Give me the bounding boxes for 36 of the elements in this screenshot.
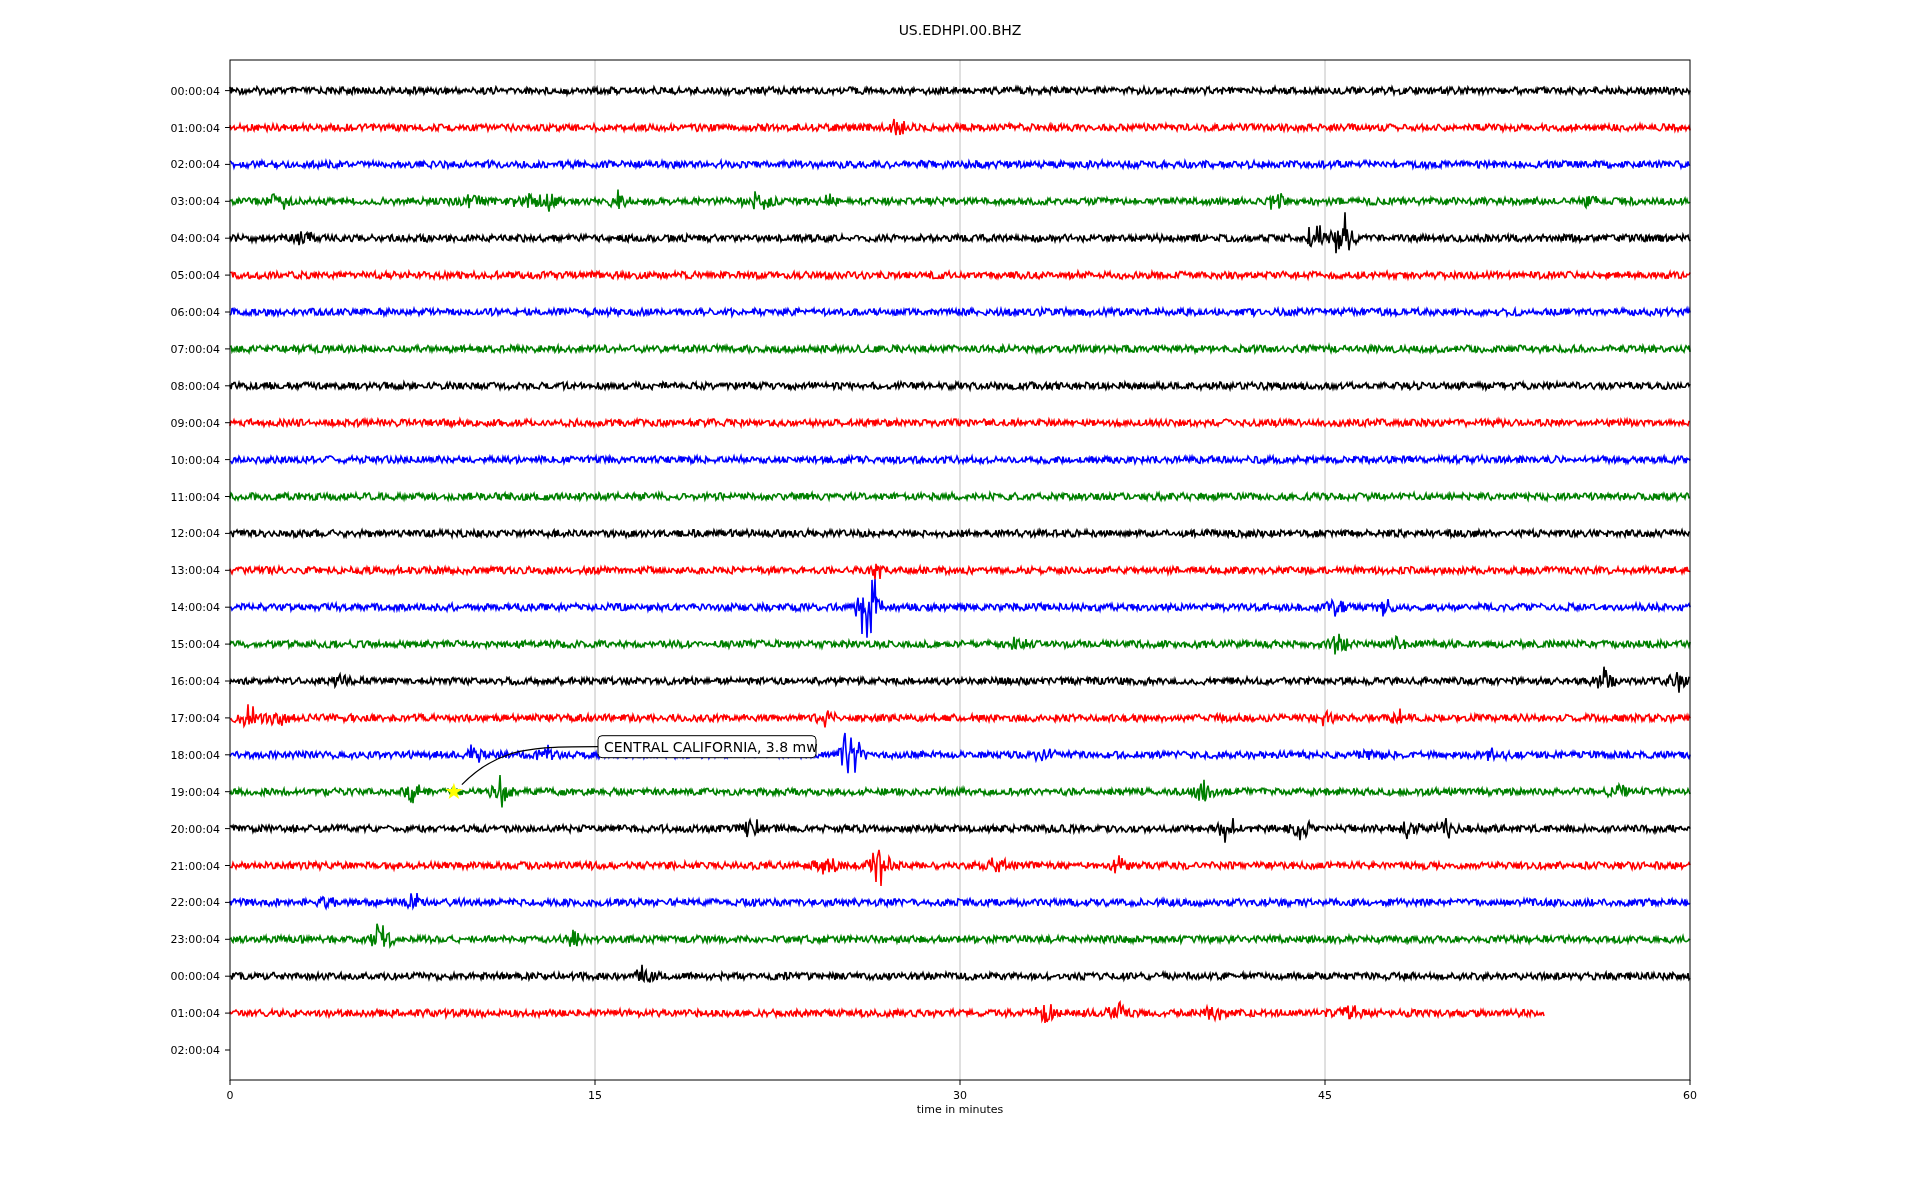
row-time-label: 11:00:04 — [170, 490, 220, 504]
x-tick-label: 30 — [953, 1089, 967, 1102]
row-time-label: 00:00:04 — [170, 84, 220, 98]
row-time-label: 06:00:04 — [170, 306, 220, 319]
row-time-label: 22:00:04 — [170, 896, 220, 910]
row-time-label: 02:00:04 — [170, 1044, 220, 1057]
x-axis-label: time in minutes — [916, 1103, 1004, 1116]
row-time-label: 12:00:04 — [170, 527, 220, 541]
x-tick-label: 15 — [588, 1089, 602, 1102]
row-time-label: 15:00:04 — [170, 638, 220, 652]
row-time-label: 18:00:04 — [170, 748, 220, 762]
row-time-label: 10:00:04 — [170, 453, 220, 467]
event-annotation: CENTRAL CALIFORNIA, 3.8 mw — [597, 735, 818, 759]
row-time-label: 17:00:04 — [170, 711, 220, 725]
row-time-label: 13:00:04 — [170, 564, 220, 578]
row-time-label: 04:00:04 — [170, 232, 220, 246]
x-tick-label: 45 — [1318, 1089, 1332, 1102]
row-time-label: 02:00:04 — [170, 158, 220, 172]
row-time-label: 07:00:04 — [170, 342, 220, 356]
x-tick-label: 0 — [226, 1089, 234, 1102]
row-time-label: 19:00:04 — [170, 785, 220, 799]
row-time-label: 16:00:04 — [170, 675, 220, 688]
row-time-label: 08:00:04 — [170, 379, 220, 393]
row-time-label: 01:00:04 — [170, 1007, 220, 1021]
row-time-label: 23:00:04 — [170, 933, 220, 947]
star-icon — [445, 782, 463, 799]
row-time-label: 03:00:04 — [170, 195, 220, 209]
row-time-label: 00:00:04 — [170, 970, 220, 984]
row-time-label: 20:00:04 — [170, 822, 220, 836]
x-tick-label: 60 — [1683, 1089, 1697, 1102]
row-time-label: 01:00:04 — [170, 121, 220, 135]
row-time-label: 14:00:04 — [170, 601, 220, 615]
row-time-label: 21:00:04 — [170, 859, 220, 873]
row-time-label: 09:00:04 — [170, 416, 220, 430]
plot-title: US.EDHPI.00.BHZ — [898, 22, 1022, 38]
row-time-label: 05:00:04 — [170, 269, 220, 283]
